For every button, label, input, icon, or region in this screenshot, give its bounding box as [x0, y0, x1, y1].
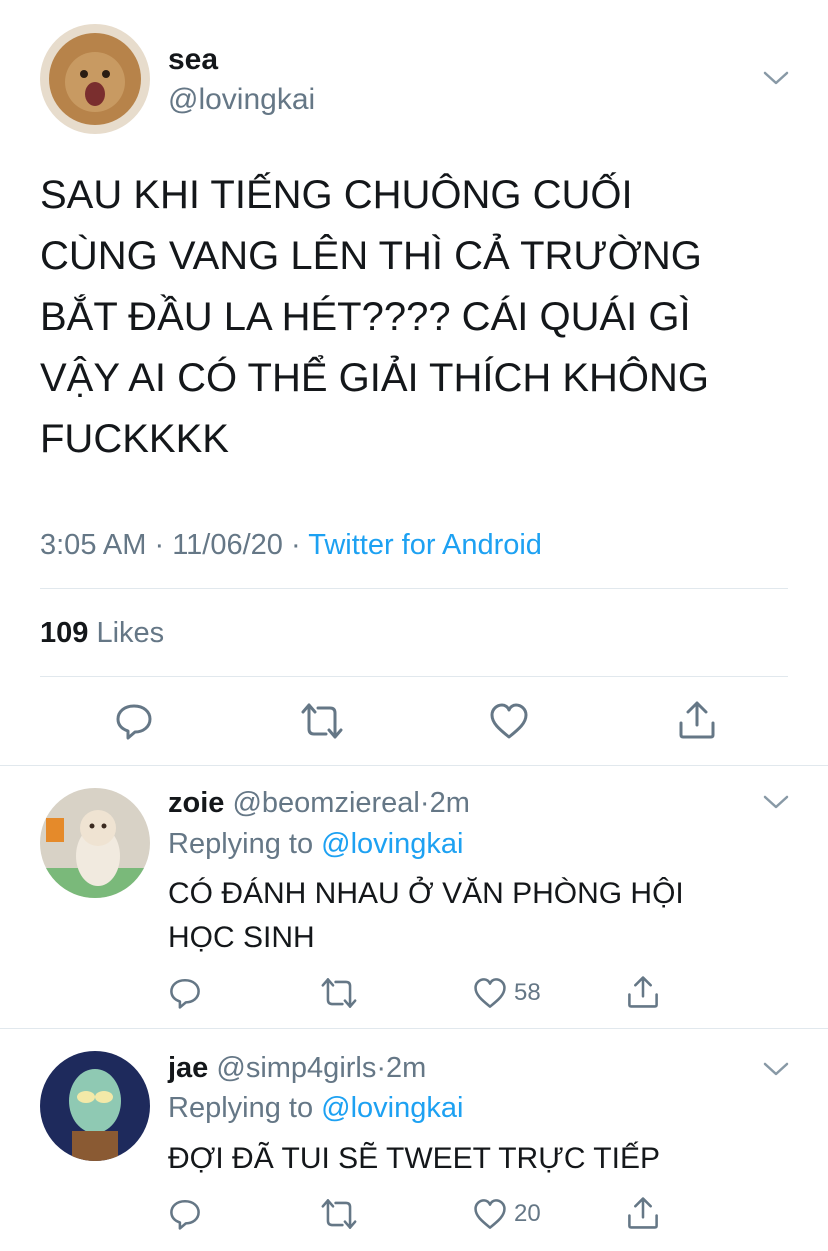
- chevron-down-icon[interactable]: [762, 1059, 790, 1079]
- replying-to-handle[interactable]: @lovingkai: [321, 828, 463, 860]
- retweet-icon[interactable]: [320, 976, 358, 1010]
- like-icon[interactable]: [472, 1197, 508, 1231]
- meta-separator: ·: [376, 1052, 387, 1084]
- reply-tweet[interactable]: jae @simp4girls·2m Replying to @lovingka…: [0, 1029, 828, 1251]
- reply-author-handle[interactable]: @simp4girls: [216, 1052, 376, 1084]
- chevron-down-icon[interactable]: [762, 68, 790, 88]
- likes-summary[interactable]: 109 Likes: [40, 616, 164, 650]
- tweet-text: SAU KHI TIẾNG CHUÔNG CUỐI CÙNG VANG LÊN …: [40, 165, 800, 470]
- tweet-time[interactable]: 3:05 AM: [40, 529, 146, 561]
- replying-to: Replying to @lovingkai: [168, 1091, 463, 1125]
- meta-separator: ·: [291, 529, 301, 561]
- kitten-avatar-image: [40, 788, 150, 898]
- likes-label: Likes: [96, 617, 165, 649]
- reply-avatar[interactable]: [40, 788, 150, 898]
- tweet-meta: 3:05 AM · 11/06/20 · Twitter for Android: [40, 528, 542, 562]
- reply-icon[interactable]: [168, 976, 202, 1010]
- reply-text-line: CÓ ĐÁNH NHAU Ở VĂN PHÒNG HỘI: [168, 877, 684, 910]
- author-avatar[interactable]: [40, 24, 150, 134]
- reply-header: jae @simp4girls·2m: [168, 1051, 426, 1085]
- retweet-icon[interactable]: [300, 701, 344, 741]
- reply-text-line: ĐỢI ĐÃ TUI SẼ TWEET TRỰC TIẾP: [168, 1142, 660, 1175]
- like-action[interactable]: 58: [472, 976, 541, 1010]
- share-icon[interactable]: [626, 974, 660, 1010]
- like-count: 20: [514, 1200, 541, 1227]
- reply-text: CÓ ĐÁNH NHAU Ở VĂN PHÒNG HỘI HỌC SINH: [168, 872, 788, 960]
- tweet-source[interactable]: Twitter for Android: [308, 529, 542, 561]
- tweet-text-line: SAU KHI TIẾNG CHUÔNG CUỐI: [40, 173, 633, 217]
- reply-author-handle[interactable]: @beomziereal: [232, 787, 419, 819]
- reply-author-name[interactable]: zoie: [168, 787, 224, 819]
- reply-header: zoie @beomziereal·2m: [168, 786, 470, 820]
- tweet-text-line: BẮT ĐẦU LA HÉT???? CÁI QUÁI GÌ: [40, 295, 691, 339]
- replying-to-handle[interactable]: @lovingkai: [321, 1092, 463, 1124]
- chevron-down-icon[interactable]: [762, 792, 790, 812]
- reply-avatar[interactable]: [40, 1051, 150, 1161]
- reply-text: ĐỢI ĐÃ TUI SẼ TWEET TRỰC TIẾP: [168, 1137, 788, 1181]
- replying-to-label: Replying to: [168, 1092, 314, 1124]
- likes-count: 109: [40, 617, 89, 649]
- share-icon[interactable]: [626, 1195, 660, 1231]
- retweet-icon[interactable]: [320, 1197, 358, 1231]
- like-icon[interactable]: [488, 701, 530, 741]
- share-icon[interactable]: [677, 699, 717, 741]
- squidward-avatar-image: [40, 1051, 150, 1161]
- reply-author-name[interactable]: jae: [168, 1052, 208, 1084]
- lion-cat-avatar-image: [40, 24, 150, 134]
- author-handle[interactable]: @lovingkai: [168, 82, 315, 118]
- tweet-date[interactable]: 11/06/20: [172, 529, 283, 561]
- divider: [40, 588, 788, 589]
- reply-icon[interactable]: [114, 701, 154, 741]
- divider: [40, 676, 788, 677]
- tweet-text-line: VẬY AI CÓ THỂ GIẢI THÍCH KHÔNG: [40, 356, 710, 400]
- reply-text-line: HỌC SINH: [168, 921, 315, 954]
- meta-separator: ·: [154, 529, 165, 561]
- tweet-text-line: CÙNG VANG LÊN THÌ CẢ TRƯỜNG: [40, 234, 702, 278]
- reply-time[interactable]: 2m: [430, 787, 470, 819]
- author-name[interactable]: sea: [168, 42, 218, 78]
- replying-to: Replying to @lovingkai: [168, 827, 463, 861]
- reply-tweet[interactable]: zoie @beomziereal·2m Replying to @loving…: [0, 766, 828, 1028]
- like-count: 58: [514, 979, 541, 1006]
- tweet-text-line: FUCKKKK: [40, 417, 229, 461]
- like-icon[interactable]: [472, 976, 508, 1010]
- replying-to-label: Replying to: [168, 828, 314, 860]
- reply-time[interactable]: 2m: [386, 1052, 426, 1084]
- reply-icon[interactable]: [168, 1197, 202, 1231]
- like-action[interactable]: 20: [472, 1197, 541, 1231]
- meta-separator: ·: [419, 787, 430, 819]
